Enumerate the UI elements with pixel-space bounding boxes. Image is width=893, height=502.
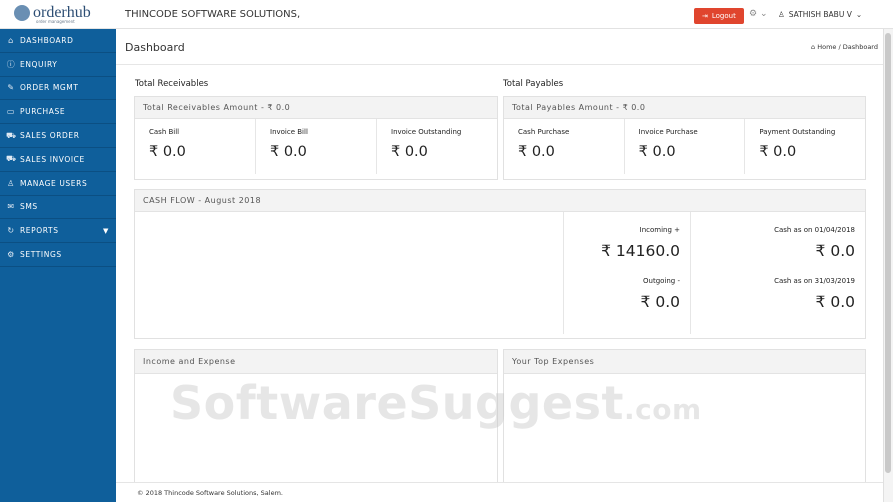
sidebar-item-label: ORDER MGMT xyxy=(20,83,79,93)
top-bar: THINCODE SOFTWARE SOLUTIONS, ⇥ Logout ⚙ … xyxy=(116,0,893,29)
info-icon: ⓘ xyxy=(6,59,16,69)
cashflow-panel: CASH FLOW - August 2018 Incoming + ₹ 141… xyxy=(134,189,866,339)
settings-dropdown[interactable]: ⚙ ⌄ xyxy=(749,9,768,19)
sidebar-item-purchase[interactable]: ▭ PURCHASE xyxy=(0,100,116,125)
gear-icon: ⚙ xyxy=(7,250,15,260)
incoming-label: Incoming + xyxy=(639,226,680,234)
sidebar-item-label: SETTINGS xyxy=(20,250,62,260)
cell-label: Invoice Bill xyxy=(270,128,308,136)
sidebar-item-sales-order[interactable]: ⛟ SALES ORDER xyxy=(0,124,116,148)
sidebar-item-label: SMS xyxy=(20,202,38,212)
logo-brand: orderhub xyxy=(33,3,91,21)
incoming-value: ₹ 14160.0 xyxy=(601,242,680,260)
cell-value: ₹ 0.0 xyxy=(518,144,555,160)
sidebar-item-manage-users[interactable]: ♙ MANAGE USERS xyxy=(0,172,116,196)
cash-start-label: Cash as on 01/04/2018 xyxy=(774,226,855,234)
cashflow-in-out: Incoming + ₹ 14160.0 Outgoing - ₹ 0.0 xyxy=(564,212,691,334)
cell-label: Cash Purchase xyxy=(518,128,570,136)
cash-bill-cell: Cash Bill ₹ 0.0 xyxy=(135,119,256,174)
sidebar-item-settings[interactable]: ⚙ SETTINGS xyxy=(0,243,116,267)
cashflow-balances: Cash as on 01/04/2018 ₹ 0.0 Cash as on 3… xyxy=(691,212,865,334)
cash-end-value: ₹ 0.0 xyxy=(815,293,855,311)
caret-down-icon: ▼ xyxy=(103,226,109,235)
cell-value: ₹ 0.0 xyxy=(149,144,186,160)
chevron-down-icon: ⌄ xyxy=(855,10,863,19)
main-content: Total Receivables Total Payables Total R… xyxy=(116,65,883,502)
page-title: Dashboard xyxy=(125,41,185,54)
sidebar-item-label: SALES INVOICE xyxy=(20,154,85,164)
sidebar-item-sms[interactable]: ✉ SMS xyxy=(0,196,116,220)
home-icon: ⌂ xyxy=(8,35,14,45)
sidebar-item-label: ENQUIRY xyxy=(20,59,58,69)
invoice-outstanding-cell: Invoice Outstanding ₹ 0.0 xyxy=(377,119,497,174)
payables-title: Total Payables xyxy=(503,79,564,89)
sidebar-item-order-mgmt[interactable]: ✎ ORDER MGMT xyxy=(0,77,116,101)
top-expenses-header: Your Top Expenses xyxy=(504,350,865,374)
logout-icon: ⇥ xyxy=(702,12,708,20)
sidebar: orderhub order management ⌂ DASHBOARD ⓘ … xyxy=(0,0,116,502)
user-name: SATHISH BABU V xyxy=(788,10,852,19)
outgoing-label: Outgoing - xyxy=(643,277,680,285)
watermark-main: SoftwareSuggest xyxy=(170,376,624,430)
gear-icon: ⚙ xyxy=(749,9,758,19)
breadcrumb[interactable]: ⌂ Home / Dashboard xyxy=(811,43,878,51)
breadcrumb-text: Home / Dashboard xyxy=(817,43,878,51)
sidebar-item-label: DASHBOARD xyxy=(20,35,74,45)
cell-value: ₹ 0.0 xyxy=(759,144,797,160)
cell-label: Payment Outstanding xyxy=(759,128,836,136)
cell-label: Cash Bill xyxy=(149,128,180,136)
cash-end-label: Cash as on 31/03/2019 xyxy=(774,277,855,285)
invoice-purchase-cell: Invoice Purchase ₹ 0.0 xyxy=(625,119,746,174)
logout-label: Logout xyxy=(711,12,736,20)
payment-outstanding-cell: Payment Outstanding ₹ 0.0 xyxy=(745,119,865,174)
chevron-down-icon: ⌄ xyxy=(759,9,768,19)
sidebar-item-sales-invoice[interactable]: ⛟ SALES INVOICE xyxy=(0,148,116,172)
user-icon: ♙ xyxy=(7,178,15,188)
cell-value: ₹ 0.0 xyxy=(270,144,307,160)
sidebar-item-label: REPORTS xyxy=(20,226,59,236)
sidebar-item-dashboard[interactable]: ⌂ DASHBOARD xyxy=(0,29,116,53)
logout-button[interactable]: ⇥ Logout xyxy=(694,8,744,24)
cashflow-header: CASH FLOW - August 2018 xyxy=(135,190,865,212)
payables-header: Total Payables Amount - ₹ 0.0 xyxy=(504,97,865,119)
edit-icon: ✎ xyxy=(7,83,15,93)
outgoing-value: ₹ 0.0 xyxy=(640,293,680,311)
cash-start-value: ₹ 0.0 xyxy=(815,242,855,260)
sidebar-item-reports[interactable]: ↻ REPORTS ▼ xyxy=(0,219,116,244)
scrollbar-thumb[interactable] xyxy=(885,33,891,473)
sidebar-item-enquiry[interactable]: ⓘ ENQUIRY xyxy=(0,53,116,77)
user-icon: ♙ xyxy=(778,10,785,19)
income-expense-header: Income and Expense xyxy=(135,350,497,374)
company-name: THINCODE SOFTWARE SOLUTIONS, xyxy=(125,8,301,20)
mail-icon: ✉ xyxy=(7,202,15,212)
sidebar-item-label: MANAGE USERS xyxy=(20,178,88,188)
clipboard-icon: ▭ xyxy=(6,107,16,117)
watermark-suffix: .com xyxy=(623,393,702,426)
cashflow-chart-area xyxy=(135,212,564,334)
invoice-bill-cell: Invoice Bill ₹ 0.0 xyxy=(256,119,377,174)
sidebar-item-label: PURCHASE xyxy=(20,107,66,117)
logo[interactable]: orderhub order management xyxy=(0,0,116,29)
cell-value: ₹ 0.0 xyxy=(638,144,676,160)
cash-purchase-cell: Cash Purchase ₹ 0.0 xyxy=(504,119,625,174)
receivables-panel: Total Receivables Amount - ₹ 0.0 Cash Bi… xyxy=(134,96,498,180)
refresh-icon: ↻ xyxy=(7,226,15,236)
logo-icon xyxy=(14,4,30,21)
cell-value: ₹ 0.0 xyxy=(391,144,428,160)
page-header: Dashboard ⌂ Home / Dashboard xyxy=(116,29,893,65)
sidebar-item-label: SALES ORDER xyxy=(20,131,80,141)
cart-icon: ⛟ xyxy=(6,154,17,164)
payables-panel: Total Payables Amount - ₹ 0.0 Cash Purch… xyxy=(503,96,866,180)
receivables-header: Total Receivables Amount - ₹ 0.0 xyxy=(135,97,497,119)
footer-text: © 2018 Thincode Software Solutions, Sale… xyxy=(137,489,283,497)
receivables-title: Total Receivables xyxy=(135,79,209,89)
cell-label: Invoice Purchase xyxy=(638,128,698,136)
watermark: SoftwareSuggest.com xyxy=(170,376,702,430)
user-menu[interactable]: ♙ SATHISH BABU V ⌄ xyxy=(778,10,862,19)
cart-icon: ⛟ xyxy=(6,130,17,140)
footer: © 2018 Thincode Software Solutions, Sale… xyxy=(116,482,883,502)
cell-label: Invoice Outstanding xyxy=(391,128,462,136)
